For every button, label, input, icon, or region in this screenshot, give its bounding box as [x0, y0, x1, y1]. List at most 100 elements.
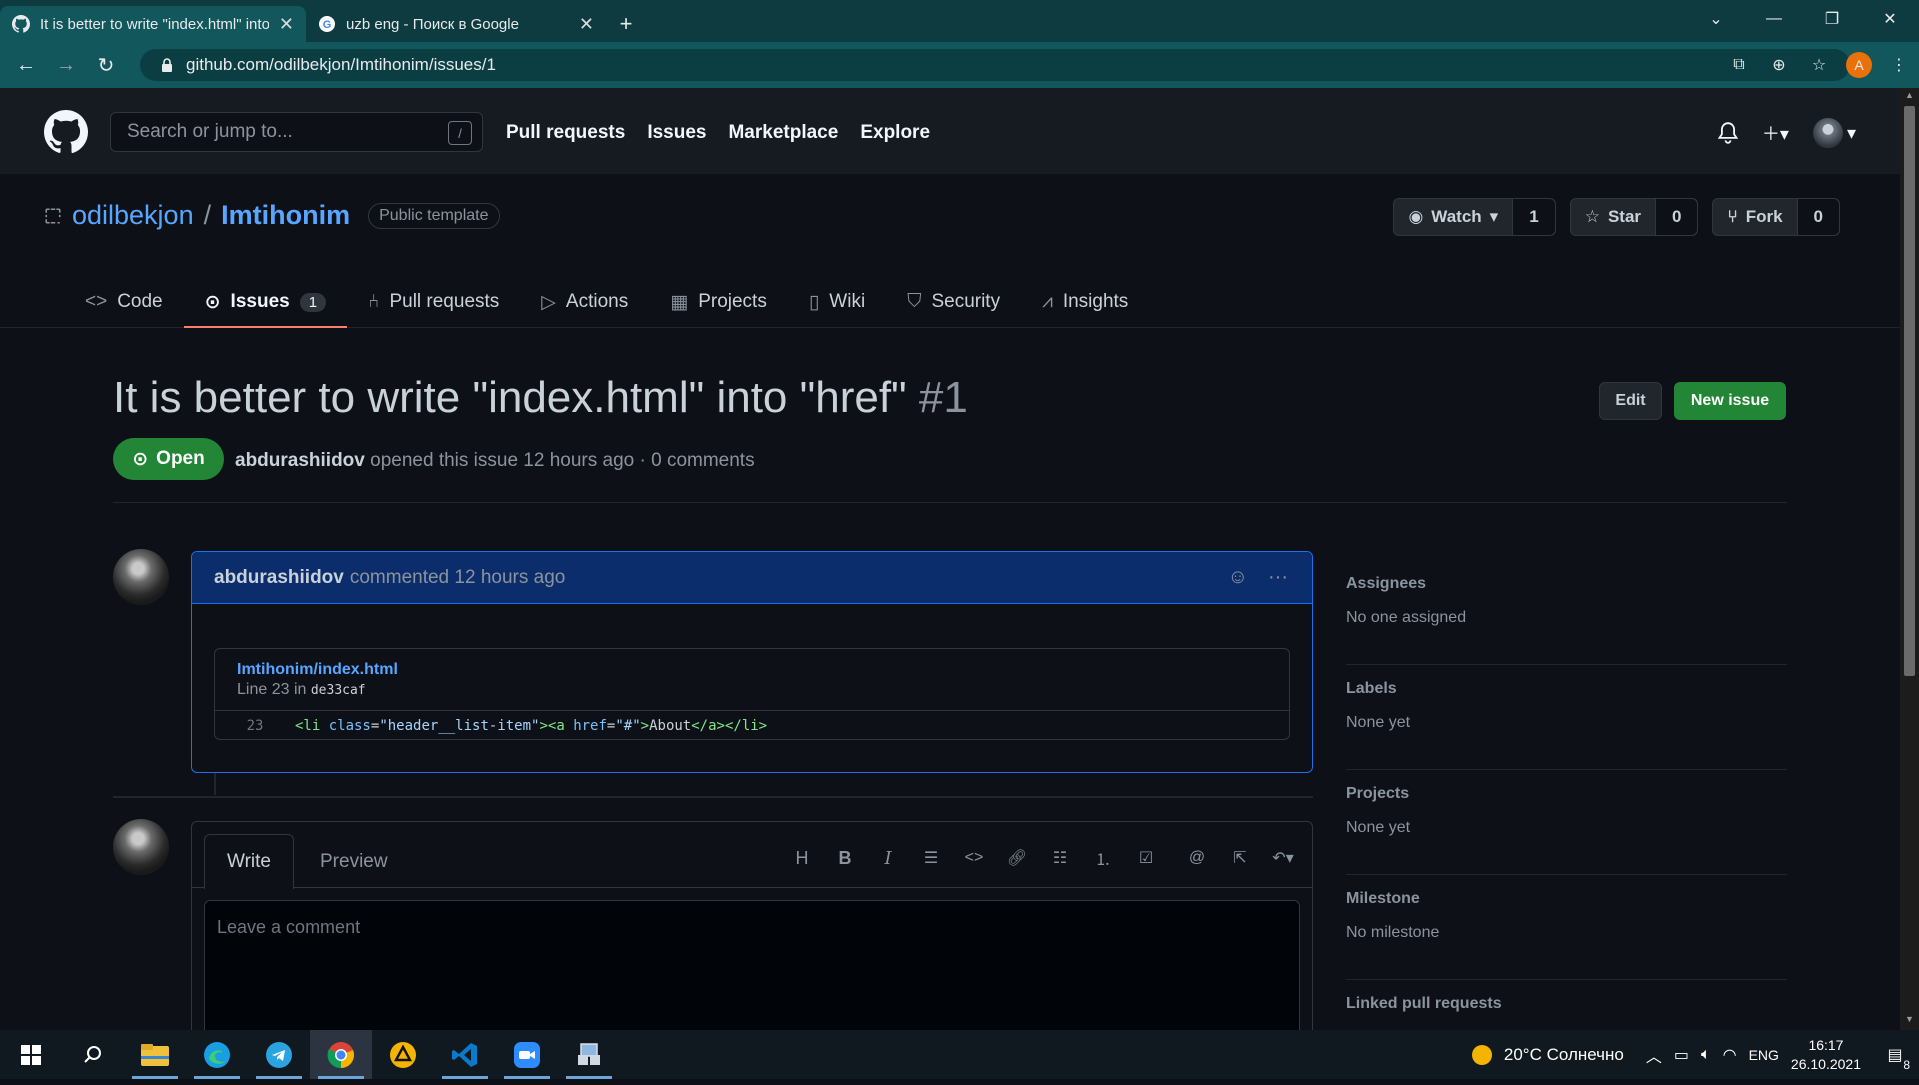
tab-projects[interactable]: ▦ Projects — [649, 276, 788, 328]
new-tab-button[interactable]: + — [606, 6, 646, 42]
nav-marketplace[interactable]: Marketplace — [728, 122, 838, 144]
comment-action[interactable]: commented 12 hours ago — [350, 567, 565, 589]
restore-icon[interactable]: ❐ — [1803, 0, 1861, 38]
comment-author-link[interactable]: abdurashiidov — [214, 567, 344, 589]
back-icon[interactable]: ← — [6, 54, 46, 77]
snippet-file-link[interactable]: Imtihonim/index.html — [237, 661, 1267, 679]
tab-pull-requests[interactable]: ⑃ Pull requests — [347, 276, 520, 328]
nav-explore[interactable]: Explore — [860, 122, 930, 144]
profile-avatar[interactable]: A — [1846, 52, 1872, 78]
avatar[interactable] — [113, 819, 169, 875]
new-issue-button[interactable]: New issue — [1674, 382, 1786, 420]
tab-code[interactable]: <> Code — [64, 276, 184, 328]
telegram-icon[interactable] — [248, 1030, 310, 1079]
notifications-icon[interactable]: ▤ 8 — [1881, 1042, 1913, 1072]
heading-icon[interactable]: H — [789, 846, 815, 870]
italic-icon[interactable]: I — [875, 846, 901, 870]
snippet-commit-link[interactable]: de33caf — [311, 683, 366, 698]
nav-pull-requests[interactable]: Pull requests — [506, 122, 625, 144]
search-input[interactable]: Search or jump to... / — [110, 112, 483, 152]
cross-reference-icon[interactable]: ⇱ — [1227, 846, 1253, 870]
tab-issues[interactable]: ⊙ Issues 1 — [183, 276, 348, 328]
zoom-icon[interactable]: ⊕ — [1759, 55, 1799, 75]
minimize-icon[interactable]: — — [1745, 0, 1803, 38]
sidebar-assignees[interactable]: Assignees No one assigned — [1346, 560, 1787, 665]
battery-icon[interactable]: ▭ — [1674, 1045, 1689, 1065]
menu-kebab-icon[interactable]: ⋮ — [1879, 55, 1919, 75]
watch-count[interactable]: 1 — [1513, 199, 1555, 235]
browser-tab-active[interactable]: It is better to write "index.html" into … — [0, 6, 306, 42]
kebab-horizontal-icon[interactable]: ··· — [1268, 566, 1288, 589]
fork-count[interactable]: 0 — [1797, 199, 1839, 235]
link-icon[interactable]: 🔗︎ — [1004, 846, 1030, 870]
volume-icon[interactable]: 🔈︎ — [1701, 1046, 1711, 1064]
avatar[interactable] — [113, 549, 169, 605]
vscode-icon[interactable] — [434, 1030, 496, 1079]
saved-replies-icon[interactable]: ↶▾ — [1270, 846, 1296, 870]
close-tab-icon[interactable]: ✕ — [279, 14, 294, 35]
clock[interactable]: 16:17 26.10.2021 — [1791, 1036, 1861, 1074]
reload-icon[interactable]: ↻ — [86, 53, 126, 78]
sidebar-heading[interactable]: Labels — [1346, 680, 1787, 698]
search-icon[interactable] — [62, 1030, 124, 1079]
star-count[interactable]: 0 — [1656, 199, 1698, 235]
tab-insights[interactable]: ⩘ Insights — [1021, 276, 1149, 328]
repo-owner-link[interactable]: odilbekjon — [72, 200, 194, 231]
lock-icon[interactable] — [160, 58, 174, 72]
sidebar-heading[interactable]: Linked pull requests — [1346, 995, 1787, 1013]
sidebar-heading[interactable]: Assignees — [1346, 575, 1787, 593]
sidebar-heading[interactable]: Projects — [1346, 785, 1787, 803]
issue-author-link[interactable]: abdurashiidov — [235, 450, 365, 471]
user-menu[interactable]: ▾ — [1812, 118, 1856, 148]
tab-security[interactable]: ⛉ Security — [886, 276, 1021, 328]
scrollbar-thumb[interactable] — [1904, 106, 1915, 676]
repo-name-link[interactable]: Imtihonim — [221, 200, 350, 231]
unordered-list-icon[interactable]: ☷ — [1047, 846, 1073, 870]
star-button[interactable]: ☆ Star 0 — [1569, 198, 1699, 236]
fork-button[interactable]: ⑂ Fork 0 — [1712, 198, 1840, 236]
code-icon[interactable]: <> — [961, 846, 987, 870]
sidebar-heading[interactable]: Milestone — [1346, 890, 1787, 908]
sidebar-projects[interactable]: Projects None yet — [1346, 770, 1787, 875]
scroll-up-icon[interactable]: ▲ — [1900, 90, 1919, 106]
tab-write[interactable]: Write — [204, 834, 294, 889]
tab-actions[interactable]: ▷ Actions — [520, 276, 649, 328]
create-new-dropdown[interactable]: ＋▾ — [1762, 120, 1789, 146]
wifi-icon[interactable]: ◠ — [1723, 1045, 1737, 1065]
comment-textarea[interactable]: Leave a comment — [204, 900, 1300, 1050]
translate-icon[interactable]: ⧉ — [1719, 56, 1759, 74]
close-tab-icon[interactable]: ✕ — [579, 14, 594, 35]
bookmark-star-icon[interactable]: ☆ — [1799, 55, 1839, 75]
edge-icon[interactable] — [186, 1030, 248, 1079]
tab-search-icon[interactable]: ⌄ — [1687, 0, 1745, 38]
bell-icon[interactable] — [1717, 122, 1738, 144]
smiley-icon[interactable]: ☺ — [1228, 566, 1248, 589]
quote-icon[interactable]: ☰ — [918, 846, 944, 870]
github-logo-icon[interactable] — [44, 110, 88, 154]
warning-app-icon[interactable] — [372, 1030, 434, 1079]
network-app-icon[interactable] — [558, 1030, 620, 1079]
close-window-icon[interactable]: ✕ — [1861, 0, 1919, 38]
task-list-icon[interactable]: ☑ — [1133, 846, 1159, 870]
mention-icon[interactable]: @ — [1184, 846, 1210, 870]
weather-text[interactable]: 20°C Солнечно — [1504, 1045, 1624, 1065]
edit-button[interactable]: Edit — [1599, 382, 1662, 420]
sidebar-labels[interactable]: Labels None yet — [1346, 665, 1787, 770]
ordered-list-icon[interactable]: ⒈ — [1090, 846, 1116, 870]
address-bar[interactable]: github.com/odilbekjon/Imtihonim/issues/1 — [140, 49, 1850, 81]
windows-start-icon[interactable] — [0, 1030, 62, 1079]
forward-icon[interactable]: → — [46, 54, 86, 77]
page-scrollbar[interactable]: ▲ ▼ — [1900, 88, 1919, 1030]
zoom-app-icon[interactable] — [496, 1030, 558, 1079]
browser-tab-inactive[interactable]: G uzb eng - Поиск в Google ✕ — [306, 6, 606, 42]
bold-icon[interactable]: B — [832, 846, 858, 870]
language-indicator[interactable]: ENG — [1749, 1047, 1779, 1063]
weather-sun-icon[interactable] — [1471, 1044, 1492, 1065]
file-explorer-icon[interactable] — [124, 1030, 186, 1079]
nav-issues[interactable]: Issues — [647, 122, 706, 144]
tab-preview[interactable]: Preview — [298, 834, 410, 889]
chevron-up-icon[interactable]: ︿ — [1646, 1043, 1662, 1067]
scroll-down-icon[interactable]: ▼ — [1900, 1014, 1919, 1030]
sidebar-milestone[interactable]: Milestone No milestone — [1346, 875, 1787, 980]
tab-wiki[interactable]: ▯ Wiki — [788, 276, 886, 328]
